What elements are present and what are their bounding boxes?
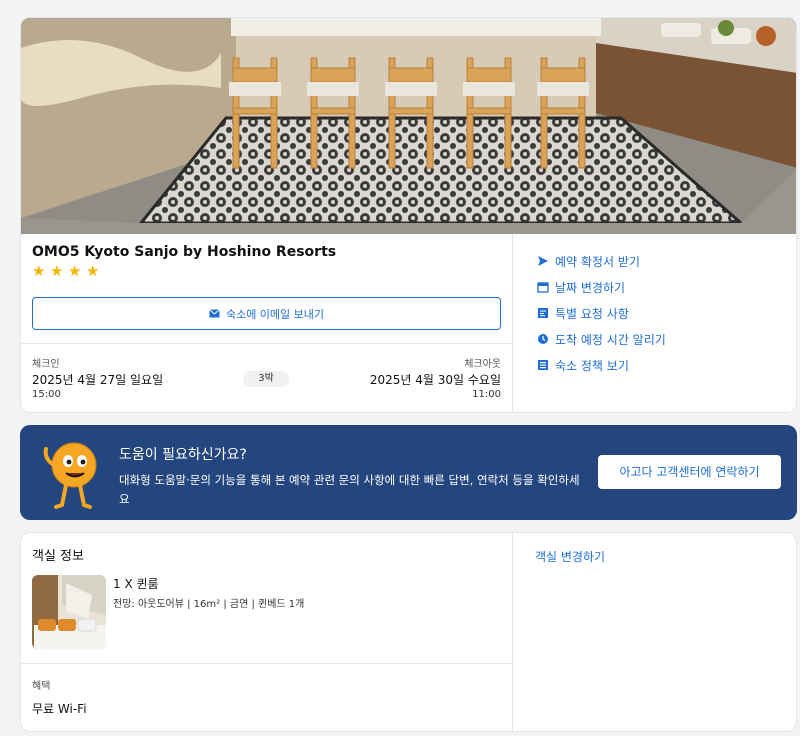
- room-details: 전망: 아웃도어뷰 | 16m² | 금연 | 퀸베드 1개: [113, 599, 305, 610]
- calendar-icon: [537, 281, 549, 293]
- property-policy-link[interactable]: 숙소 정책 보기: [537, 352, 666, 378]
- room-info-card: 객실 정보 1 X 퀸룸 전망: 아웃도어뷰 | 16m² | 금연 | 퀸베드…: [20, 532, 797, 732]
- action-label: 숙소 정책 보기: [555, 358, 629, 373]
- checkin-date: 2025년 4월 27일 일요일: [32, 373, 164, 387]
- mascot-icon: [38, 435, 108, 519]
- benefit-label: 혜택: [32, 681, 51, 692]
- hotel-summary: OMO5 Kyoto Sanjo by Hoshino Resorts ★ ★ …: [21, 234, 512, 412]
- action-label: 날짜 변경하기: [555, 280, 626, 295]
- checkin-label: 체크인: [32, 359, 60, 370]
- checkout-time: 11:00: [472, 389, 501, 400]
- checkin-time: 15:00: [32, 389, 61, 400]
- change-dates-link[interactable]: 날짜 변경하기: [537, 274, 666, 300]
- section-title: 객실 정보: [32, 549, 84, 564]
- booking-actions: 예약 확정서 받기 날짜 변경하기 특별 요청 사항 도착 예정 시간 알리기: [512, 234, 796, 412]
- change-room-link[interactable]: 객실 변경하기: [535, 548, 605, 565]
- hotel-photo: [21, 18, 796, 234]
- star-icon: ★: [32, 262, 46, 280]
- get-confirmation-link[interactable]: 예약 확정서 받기: [537, 248, 666, 274]
- room-photo[interactable]: [32, 575, 106, 649]
- email-property-button[interactable]: 숙소에 이메일 보내기: [32, 297, 501, 330]
- star-icon: ★: [86, 262, 100, 280]
- send-icon: [537, 255, 549, 267]
- clock-icon: [537, 333, 549, 345]
- room-info: 객실 정보 1 X 퀸룸 전망: 아웃도어뷰 | 16m² | 금연 | 퀸베드…: [21, 533, 512, 731]
- divider: [21, 663, 512, 664]
- action-label: 도착 예정 시간 알리기: [555, 332, 666, 347]
- action-label: 예약 확정서 받기: [555, 254, 640, 269]
- nights-badge: 3박: [243, 371, 289, 387]
- room-actions: 객실 변경하기: [512, 533, 796, 731]
- divider: [21, 343, 512, 344]
- star-icon: ★: [68, 262, 82, 280]
- checkout-date: 2025년 4월 30일 수요일: [369, 373, 501, 387]
- arrival-time-link[interactable]: 도착 예정 시간 알리기: [537, 326, 666, 352]
- help-banner: 도움이 필요하신가요? 대화형 도움말·문의 기능을 통해 본 예약 관련 문의…: [20, 425, 797, 520]
- document-icon: [537, 359, 549, 371]
- note-icon: [537, 307, 549, 319]
- help-description: 대화형 도움말·문의 기능을 통해 본 예약 관련 문의 사항에 대한 빠른 답…: [119, 473, 580, 506]
- checkout-label: 체크아웃: [464, 359, 501, 370]
- special-requests-link[interactable]: 특별 요청 사항: [537, 300, 666, 326]
- help-title: 도움이 필요하신가요?: [119, 447, 247, 463]
- hotel-name: OMO5 Kyoto Sanjo by Hoshino Resorts: [32, 244, 337, 260]
- booking-card: OMO5 Kyoto Sanjo by Hoshino Resorts ★ ★ …: [20, 17, 797, 413]
- email-property-label: 숙소에 이메일 보내기: [225, 307, 325, 321]
- star-rating: ★ ★ ★ ★: [32, 264, 101, 279]
- room-name: 1 X 퀸룸: [113, 577, 159, 591]
- benefit-value: 무료 Wi-Fi: [32, 702, 87, 716]
- star-icon: ★: [50, 262, 64, 280]
- action-label: 특별 요청 사항: [555, 306, 629, 321]
- contact-support-button[interactable]: 아고다 고객센터에 연락하기: [598, 455, 781, 489]
- envelope-icon: [209, 309, 220, 318]
